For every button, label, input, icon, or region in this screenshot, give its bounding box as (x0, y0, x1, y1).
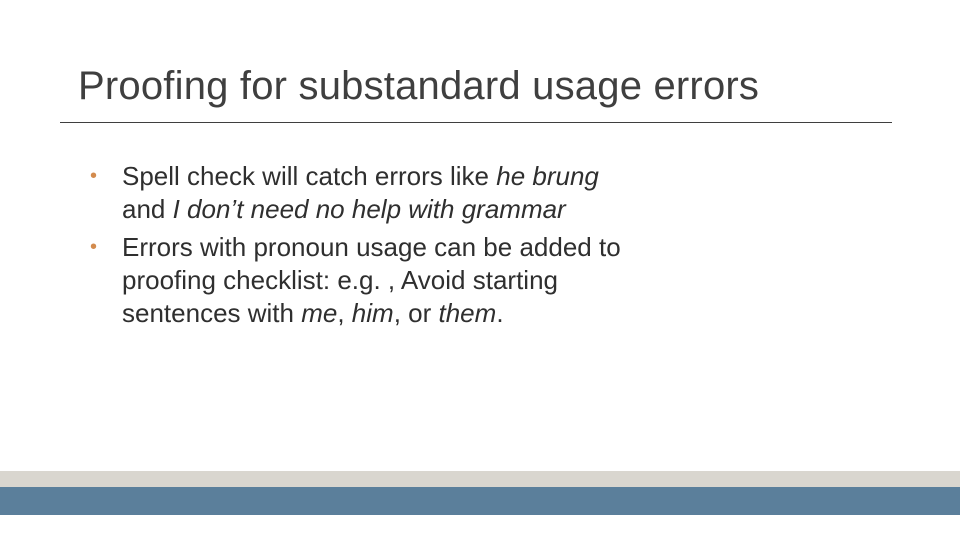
bullet-item: • Spell check will catch errors like he … (90, 160, 630, 227)
slide: Proofing for substandard usage errors • … (0, 0, 960, 540)
footer-band (0, 471, 960, 515)
bullet-icon: • (90, 231, 122, 331)
bullet-text: Errors with pronoun usage can be added t… (122, 231, 630, 331)
slide-title: Proofing for substandard usage errors (78, 64, 759, 109)
footer-band-top (0, 471, 960, 487)
slide-body: • Spell check will catch errors like he … (90, 160, 630, 334)
bullet-icon: • (90, 160, 122, 227)
footer-band-bottom (0, 487, 960, 515)
bullet-item: • Errors with pronoun usage can be added… (90, 231, 630, 331)
bullet-text: Spell check will catch errors like he br… (122, 160, 630, 227)
title-underline (60, 122, 892, 123)
